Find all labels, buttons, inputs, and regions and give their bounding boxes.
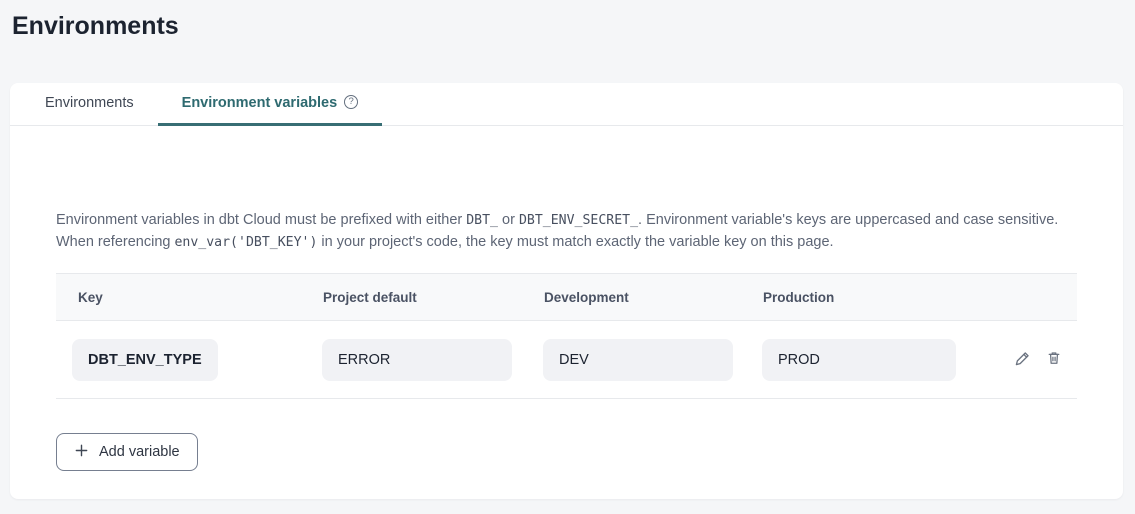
column-header-development: Development xyxy=(531,290,750,305)
tab-content: Environment variables in dbt Cloud must … xyxy=(10,126,1123,471)
description-segment: Environment variables in dbt Cloud must … xyxy=(56,212,466,228)
add-variable-button[interactable]: Add variable xyxy=(56,433,198,471)
tab-environment-variables-label: Environment variables xyxy=(182,95,338,111)
cell-production: PROD xyxy=(750,339,970,381)
column-header-key: Key xyxy=(56,290,310,305)
edit-variable-button[interactable] xyxy=(1013,349,1032,371)
cell-key: DBT_ENV_TYPE xyxy=(56,339,310,381)
development-value: DEV xyxy=(543,339,733,381)
add-variable-label: Add variable xyxy=(99,444,180,460)
column-header-production: Production xyxy=(750,290,970,305)
help-icon[interactable]: ? xyxy=(344,95,358,109)
description-segment: in your project's code, the key must mat… xyxy=(317,234,833,250)
table-header-row: Key Project default Development Producti… xyxy=(56,273,1077,321)
environments-card: Environments Environment variables ? Env… xyxy=(10,83,1123,499)
code-env-var-example: env_var('DBT_KEY') xyxy=(174,235,317,250)
variable-key-pill: DBT_ENV_TYPE xyxy=(72,339,218,381)
code-prefix-dbt: DBT_ xyxy=(466,213,498,228)
description-text: Environment variables in dbt Cloud must … xyxy=(56,210,1077,253)
production-value: PROD xyxy=(762,339,956,381)
edit-icon xyxy=(1013,349,1032,371)
environments-page: Environments Environments Environment va… xyxy=(0,0,1135,499)
column-header-project-default: Project default xyxy=(310,290,531,305)
environment-variables-table: Key Project default Development Producti… xyxy=(56,273,1077,399)
cell-project-default: ERROR xyxy=(310,339,531,381)
cell-development: DEV xyxy=(531,339,750,381)
tab-environments[interactable]: Environments xyxy=(21,83,158,126)
code-prefix-dbt-env-secret: DBT_ENV_SECRET_ xyxy=(519,213,638,228)
tab-environments-label: Environments xyxy=(45,95,134,111)
page-title: Environments xyxy=(12,10,1125,42)
plus-icon xyxy=(74,443,89,462)
description-segment: or xyxy=(498,212,519,228)
delete-variable-button[interactable] xyxy=(1045,349,1063,370)
row-actions xyxy=(970,349,1077,371)
tab-environment-variables[interactable]: Environment variables ? xyxy=(158,83,383,126)
delete-icon xyxy=(1045,349,1063,370)
tab-bar: Environments Environment variables ? xyxy=(10,83,1123,126)
table-row: DBT_ENV_TYPE ERROR DEV PROD xyxy=(56,321,1077,399)
project-default-value: ERROR xyxy=(322,339,512,381)
